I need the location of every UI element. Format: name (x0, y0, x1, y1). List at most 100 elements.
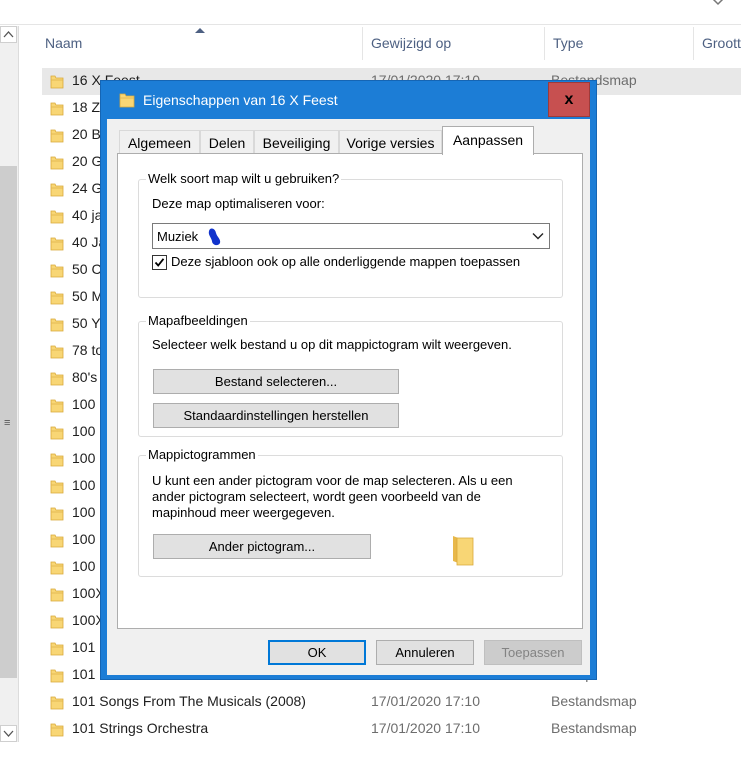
grip-icon: ≡ (4, 417, 11, 429)
folder-icon (50, 561, 64, 575)
file-name: 20 G (72, 153, 103, 169)
tab-vorige-versies[interactable]: Vorige versies (339, 130, 442, 153)
file-date: 17/01/2020 17:10 (371, 693, 480, 709)
group-folder-type: Welk soort map wilt u gebruiken? Deze ma… (138, 171, 563, 298)
dialog-title: Eigenschappen van 16 X Feest (143, 92, 338, 108)
folder-pictures-description: Selecteer welk bestand u op dit mappicto… (152, 337, 512, 352)
folder-icon (50, 480, 64, 494)
tab-beveiliging[interactable]: Beveiliging (254, 130, 339, 153)
file-name: 100 (72, 450, 96, 466)
folder-icon (50, 426, 64, 440)
file-name: 101 (72, 666, 96, 682)
file-name: 50 M (72, 288, 104, 304)
file-name: 100 (72, 423, 96, 439)
folder-icon (50, 75, 64, 89)
file-name: 80's (72, 369, 98, 385)
cancel-button[interactable]: Annuleren (376, 640, 474, 665)
group-title-folder-type: Welk soort map wilt u gebruiken? (146, 171, 342, 186)
optimize-dropdown[interactable]: Muziek (152, 223, 550, 249)
file-name: 100 (72, 504, 96, 520)
chevron-down-icon[interactable] (710, 0, 726, 10)
file-name: 24 G (72, 180, 103, 196)
folder-icons-description-line-3: mapinhoud meer weergegeven. (152, 505, 335, 520)
apply-subfolders-label[interactable]: Deze sjabloon ook op alle onderliggende … (171, 254, 520, 269)
file-name: 50 C (72, 261, 102, 277)
file-name: 101 Strings Orchestra (72, 720, 209, 736)
chevron-up-icon (3, 31, 14, 38)
folder-icon (50, 696, 64, 710)
dialog-titlebar[interactable]: Eigenschappen van 16 X Feest x (101, 81, 596, 119)
folder-icon (50, 615, 64, 629)
folder-icon (50, 588, 64, 602)
folder-icon (50, 453, 64, 467)
folder-icon (50, 372, 64, 386)
file-name: 100 (72, 531, 96, 547)
change-icon-button[interactable]: Ander pictogram... (153, 534, 371, 559)
chevron-down-icon (3, 730, 14, 737)
file-date: 17/01/2020 17:10 (371, 720, 480, 736)
table-row[interactable]: 101 Songs From The Musicals (2008) 17/01/… (42, 689, 741, 716)
optimize-dropdown-value: Muziek (157, 229, 199, 244)
folder-icon (453, 536, 474, 566)
folder-icon (50, 669, 64, 683)
checkmark-icon (154, 258, 165, 267)
tab-aanpassen[interactable]: Aanpassen (442, 126, 534, 155)
scroll-thumb[interactable]: ≡ (0, 166, 17, 678)
restore-defaults-button[interactable]: Standaardinstellingen herstellen (153, 403, 399, 428)
file-name: 78 to (72, 342, 104, 358)
close-button[interactable]: x (548, 82, 590, 117)
dialog-client-area: Algemeen Delen Beveiliging Vorige versie… (107, 119, 590, 675)
mouse-cursor-icon (208, 228, 221, 246)
column-header-modified[interactable]: Gewijzigd op (363, 27, 545, 60)
ok-button[interactable]: OK (268, 640, 366, 665)
folder-icon (50, 399, 64, 413)
column-header-name[interactable]: Naam (37, 27, 363, 60)
close-icon: x (564, 91, 574, 108)
file-name: 40 ja (72, 207, 103, 223)
file-type: Bestandsmap (551, 720, 637, 736)
file-name: 20 B (72, 126, 101, 142)
folder-icons-description-line-1: U kunt een ander pictogram voor de map s… (152, 473, 513, 488)
file-name: 50 Y (72, 315, 101, 331)
table-row[interactable]: 101 Strings Orchestra 17/01/2020 17:10 Bes… (42, 716, 741, 743)
group-title-folder-pictures: Mapafbeeldingen (146, 313, 250, 328)
column-header-type[interactable]: Type (545, 27, 694, 60)
folder-icon (50, 642, 64, 656)
folder-icon (50, 264, 64, 278)
folder-icon (50, 291, 64, 305)
tab-delen[interactable]: Delen (200, 130, 254, 153)
group-folder-pictures: Mapafbeeldingen Selecteer welk bestand u… (138, 313, 563, 437)
file-name: 100 (72, 558, 96, 574)
folder-icon (50, 345, 64, 359)
folder-icon (50, 507, 64, 521)
vertical-scrollbar[interactable]: ≡ (0, 26, 19, 742)
scroll-down-button[interactable] (0, 725, 17, 742)
scroll-up-button[interactable] (0, 26, 17, 43)
apply-subfolders-checkbox[interactable] (152, 255, 167, 270)
optimize-label: Deze map optimaliseren voor: (152, 196, 325, 211)
folder-icon (50, 723, 64, 737)
chevron-down-icon (532, 233, 544, 240)
file-name: 101 Songs From The Musicals (2008) (72, 693, 306, 709)
file-name: 100 (72, 396, 96, 412)
tab-page-aanpassen: Welk soort map wilt u gebruiken? Deze ma… (117, 153, 583, 629)
select-file-button[interactable]: Bestand selecteren... (153, 369, 399, 394)
file-type: Bestandsmap (551, 693, 637, 709)
folder-icon (50, 318, 64, 332)
folder-icon (119, 93, 135, 108)
folder-icon (50, 156, 64, 170)
file-name: 101 (72, 639, 96, 655)
folder-icon (50, 183, 64, 197)
properties-dialog: Eigenschappen van 16 X Feest x Algemeen … (100, 80, 597, 680)
group-folder-icons: Mappictogrammen U kunt een ander pictogr… (138, 447, 563, 577)
folder-icon (50, 102, 64, 116)
file-name: 18 Z (72, 99, 101, 115)
folder-icons-description-line-2: ander pictogram selecteert, wordt geen v… (152, 489, 481, 504)
tab-algemeen[interactable]: Algemeen (119, 130, 200, 153)
apply-button[interactable]: Toepassen (484, 640, 582, 665)
folder-icon (50, 129, 64, 143)
explorer-top-strip (0, 0, 741, 25)
column-header-size[interactable]: Groott (694, 27, 741, 60)
folder-icon (50, 534, 64, 548)
folder-icon (50, 210, 64, 224)
